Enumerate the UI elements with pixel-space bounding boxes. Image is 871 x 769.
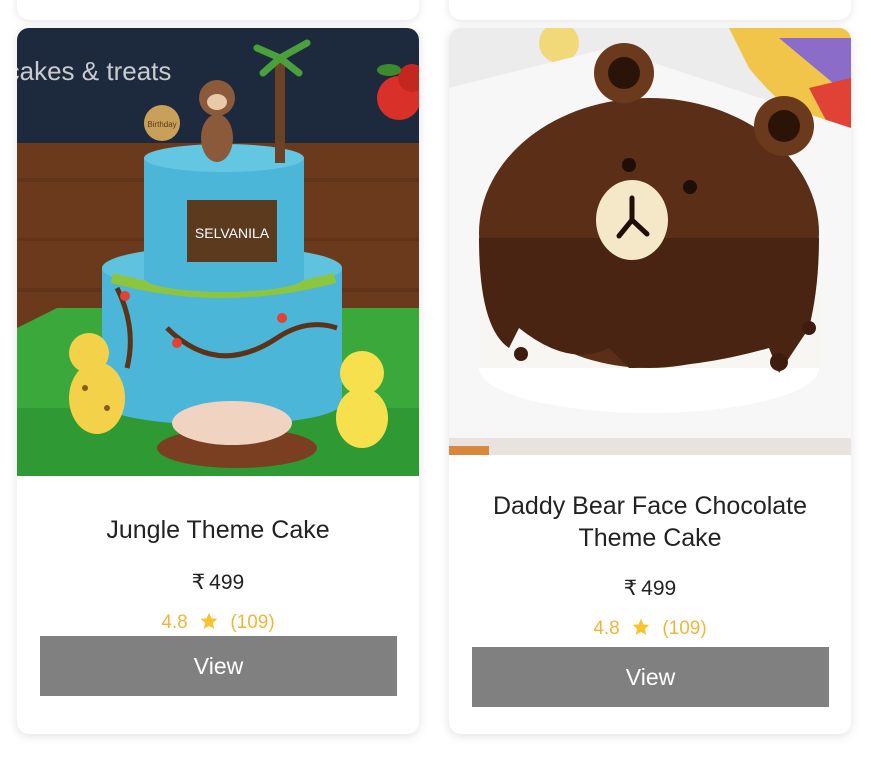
cake-topper-text: Birthday — [147, 120, 176, 129]
review-count: (109) — [662, 618, 707, 639]
previous-card-right — [449, 0, 851, 20]
currency-symbol: ₹ — [191, 571, 206, 594]
product-image-daddy-bear-cake[interactable] — [449, 28, 851, 455]
price-value: 499 — [641, 577, 677, 600]
product-info: Jungle Theme Cake ₹499 4.8 (109) — [17, 508, 419, 637]
product-price: ₹499 — [17, 570, 419, 595]
product-card-jungle[interactable]: cakes & treats SELVANILA Birthday Jungle… — [17, 28, 419, 734]
cake-plaque-text: SELVANILA — [195, 225, 270, 241]
product-title: Daddy Bear Face Chocolate Theme Cake — [492, 492, 808, 552]
product-image-jungle-cake[interactable]: cakes & treats SELVANILA Birthday — [17, 28, 419, 476]
view-button[interactable]: View — [40, 636, 397, 696]
product-rating: 4.8 (109) — [449, 617, 851, 643]
product-title: Jungle Theme Cake — [106, 516, 330, 544]
product-price: ₹499 — [449, 576, 851, 601]
star-icon — [631, 617, 651, 643]
currency-symbol: ₹ — [623, 577, 638, 600]
product-rating: 4.8 (109) — [17, 611, 419, 637]
rating-value: 4.8 — [161, 612, 188, 633]
product-info: Daddy Bear Face Chocolate Theme Cake ₹49… — [449, 490, 851, 643]
product-card-daddy-bear[interactable]: Daddy Bear Face Chocolate Theme Cake ₹49… — [449, 28, 851, 734]
star-icon — [199, 611, 219, 637]
rating-value: 4.8 — [593, 618, 620, 639]
previous-card-left — [17, 0, 419, 20]
price-value: 499 — [209, 571, 245, 594]
review-count: (109) — [230, 612, 275, 633]
brand-watermark: cakes & treats — [17, 56, 171, 86]
view-button[interactable]: View — [472, 647, 829, 707]
